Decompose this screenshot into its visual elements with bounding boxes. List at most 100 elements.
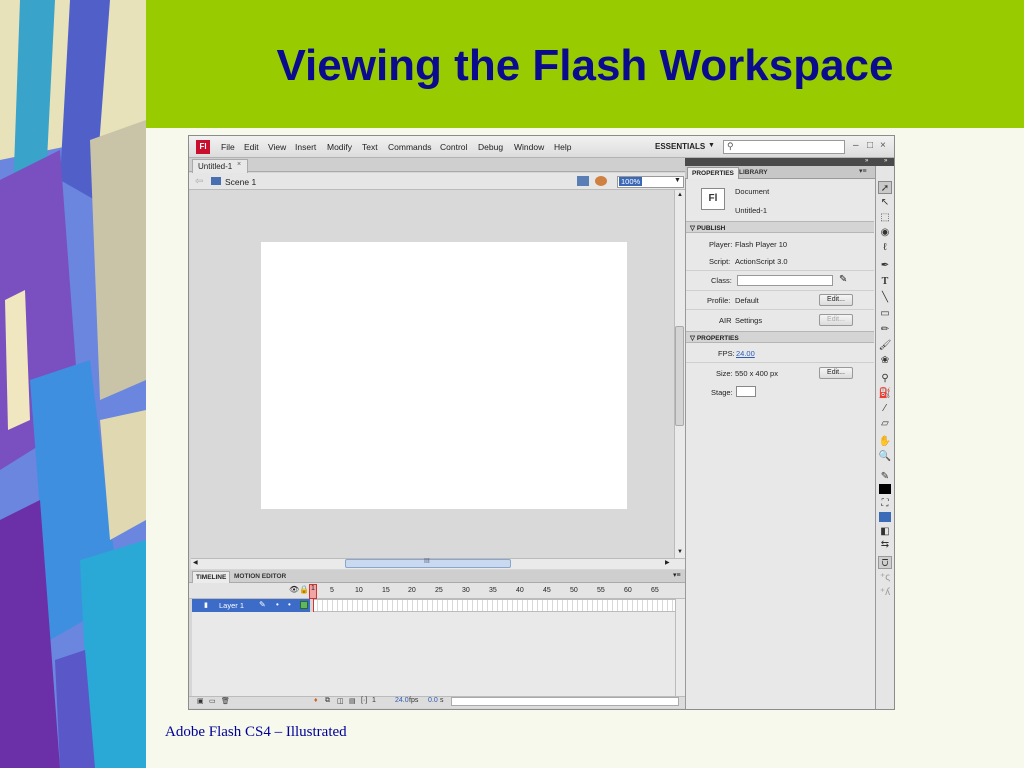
black-white-icon[interactable]: ◧ [878, 525, 892, 538]
subselection-tool-icon[interactable]: ↖ [878, 196, 892, 209]
fps-value[interactable]: 24.00 [736, 349, 755, 358]
free-transform-tool-icon[interactable]: ⬚ [878, 211, 892, 224]
lock-dot-icon[interactable]: • [288, 600, 291, 609]
menu-view[interactable]: View [268, 142, 286, 152]
deco-tool-icon[interactable]: ❀ [878, 354, 892, 367]
straighten-icon[interactable]: ⁺ʎ [878, 586, 892, 599]
frame-number: 60 [624, 587, 632, 594]
stroke-color-icon[interactable]: ✎ [878, 470, 892, 483]
menu-control[interactable]: Control [440, 142, 467, 152]
scroll-up-icon[interactable]: ▲ [677, 192, 683, 198]
scroll-down-icon[interactable]: ▼ [677, 549, 683, 555]
menu-modify[interactable]: Modify [327, 142, 352, 152]
bone-tool-icon[interactable]: ⚲ [878, 372, 892, 385]
eyedropper-tool-icon[interactable]: ⁄ [878, 402, 892, 415]
section-properties[interactable]: ▽ PROPERTIES [686, 331, 874, 343]
panel-menu-icon[interactable]: ▾≡ [859, 167, 867, 175]
back-arrow-icon[interactable]: ⇦ [195, 176, 203, 187]
visibility-dot-icon[interactable]: • [276, 600, 279, 609]
timeline-vertical-scrollbar[interactable] [675, 599, 685, 696]
flash-logo-icon: Fl [196, 140, 210, 154]
playhead[interactable]: 1 [309, 584, 317, 599]
brush-tool-icon[interactable]: 🖌 [878, 339, 892, 352]
pen-tool-icon[interactable]: ✒ [878, 259, 892, 272]
new-layer-icon[interactable]: ▣ [197, 697, 204, 705]
fps-readout[interactable]: 24.0 [395, 697, 409, 704]
panel-collapse-bar[interactable] [685, 158, 875, 166]
snap-to-objects-icon[interactable]: ⩂ [878, 556, 892, 569]
stage[interactable] [261, 242, 627, 509]
layer-color-swatch[interactable] [300, 601, 308, 609]
menu-insert[interactable]: Insert [295, 142, 316, 152]
minimize-button[interactable]: – [853, 140, 859, 151]
menu-text[interactable]: Text [362, 142, 378, 152]
fill-color-swatch[interactable] [879, 512, 891, 522]
zoom-tool-icon[interactable]: 🔍 [878, 450, 892, 463]
eye-icon[interactable]: 👁 [289, 585, 299, 594]
edit-multiple-frames-icon[interactable]: ▤ [349, 697, 356, 705]
scroll-left-icon[interactable]: ◀ [193, 559, 198, 566]
collapse-icon[interactable]: » [884, 158, 887, 164]
pencil-icon[interactable]: ✎ [839, 274, 847, 285]
menu-debug[interactable]: Debug [478, 142, 503, 152]
stroke-color-swatch[interactable] [879, 484, 891, 494]
script-value: ActionScript 3.0 [735, 257, 788, 266]
tab-properties[interactable]: PROPERTIES [687, 167, 739, 179]
class-input[interactable] [737, 275, 833, 286]
lasso-tool-icon[interactable]: ℓ [878, 241, 892, 254]
menu-window[interactable]: Window [514, 142, 544, 152]
layer-row[interactable] [192, 599, 310, 612]
chevron-down-icon[interactable]: ▼ [708, 142, 715, 149]
paint-bucket-tool-icon[interactable]: ⛽ [878, 387, 892, 400]
edit-symbols-icon[interactable] [595, 176, 607, 186]
vertical-scroll-thumb[interactable] [675, 326, 684, 426]
layer-name[interactable]: Layer 1 [219, 601, 244, 610]
new-folder-icon[interactable]: ▭ [209, 697, 216, 705]
scroll-right-icon[interactable]: ▶ [665, 559, 670, 566]
chevron-down-icon[interactable]: ▼ [674, 177, 681, 184]
edit-scene-icon[interactable] [577, 176, 589, 186]
swap-colors-icon[interactable]: ⇆ [878, 538, 892, 551]
class-label: Class: [711, 276, 732, 285]
menu-file[interactable]: File [221, 142, 235, 152]
tab-motion-editor[interactable]: MOTION EDITOR [231, 571, 289, 583]
size-value: 550 x 400 px [735, 369, 778, 378]
hand-tool-icon[interactable]: ✋ [878, 435, 892, 448]
center-frame-icon[interactable]: ♦ [314, 697, 318, 704]
line-tool-icon[interactable]: ╲ [878, 291, 892, 304]
menu-commands[interactable]: Commands [388, 142, 431, 152]
menu-help[interactable]: Help [554, 142, 571, 152]
frame-strip[interactable] [313, 599, 675, 612]
panel-menu-icon[interactable]: ▾≡ [673, 571, 681, 579]
profile-edit-button[interactable]: Edit... [819, 294, 853, 306]
close-icon[interactable]: × [237, 161, 241, 168]
smooth-icon[interactable]: ⁺ς [878, 571, 892, 584]
section-publish-label: PUBLISH [696, 225, 726, 232]
air-edit-button[interactable]: Edit... [819, 314, 853, 326]
delete-icon[interactable]: 🗑 [221, 697, 230, 705]
onion-markers-icon[interactable]: [·] [361, 697, 367, 704]
text-tool-icon[interactable]: T [878, 275, 892, 288]
search-input[interactable] [723, 140, 845, 154]
section-publish[interactable]: ▽ PUBLISH [686, 221, 874, 233]
eraser-tool-icon[interactable]: ▱ [878, 417, 892, 430]
rectangle-tool-icon[interactable]: ▭ [878, 307, 892, 320]
3d-rotation-tool-icon[interactable]: ◉ [878, 226, 892, 239]
fill-color-icon[interactable]: ⛶ [878, 497, 892, 510]
collapse-icon[interactable]: » [865, 158, 868, 164]
lock-icon[interactable]: 🔒 [299, 585, 309, 594]
stage-color-swatch[interactable] [736, 386, 756, 397]
close-button[interactable]: × [880, 140, 886, 151]
timeline-horizontal-scrollbar[interactable] [451, 697, 679, 706]
tab-library[interactable]: LIBRARY [735, 167, 772, 179]
size-edit-button[interactable]: Edit... [819, 367, 853, 379]
maximize-button[interactable]: □ [867, 140, 873, 151]
player-value: Flash Player 10 [735, 240, 788, 249]
tab-timeline[interactable]: TIMELINE [192, 571, 231, 583]
selection-tool-icon[interactable]: ➚ [878, 181, 892, 194]
workspace-switcher[interactable]: ESSENTIALS [655, 142, 705, 151]
pencil-tool-icon[interactable]: ✏ [878, 323, 892, 336]
onion-outline-icon[interactable]: ◫ [337, 697, 344, 705]
menu-edit[interactable]: Edit [244, 142, 259, 152]
onion-skin-icon[interactable]: ⧉ [325, 697, 330, 705]
